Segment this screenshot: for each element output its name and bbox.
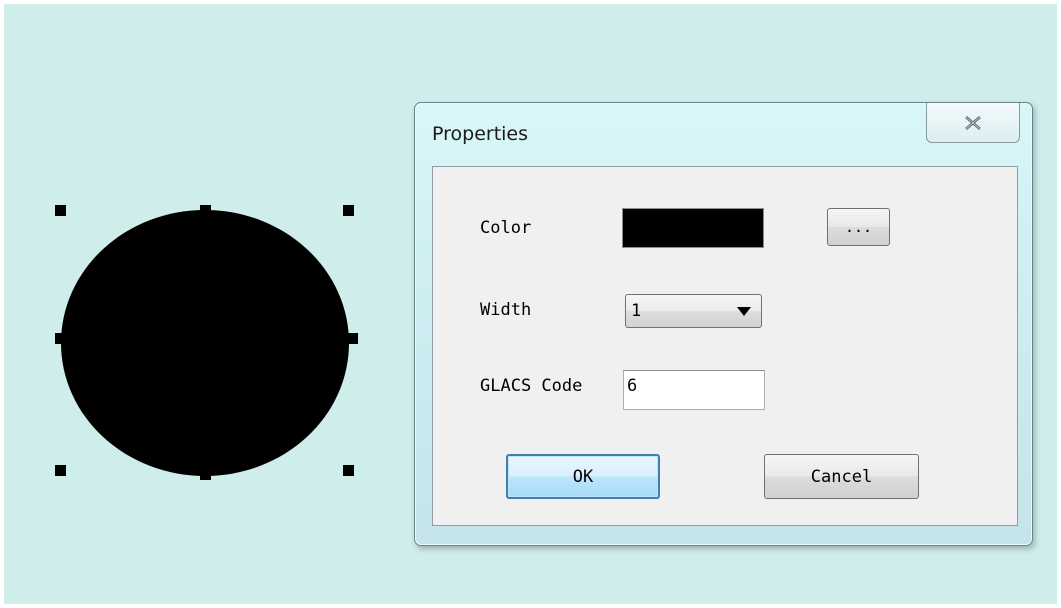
resize-handle-bottom[interactable] xyxy=(200,469,211,480)
width-select[interactable]: 1 xyxy=(625,294,762,328)
color-picker-button[interactable]: ... xyxy=(827,208,890,246)
close-button[interactable] xyxy=(926,103,1020,143)
dialog-title: Properties xyxy=(432,123,529,145)
color-swatch[interactable] xyxy=(622,208,764,248)
resize-handle-bottom-left[interactable] xyxy=(55,465,66,476)
resize-handle-bottom-right[interactable] xyxy=(343,465,354,476)
dialog-client-area: Color ... Width 1 GLACS Code OK Cancel xyxy=(432,166,1018,526)
resize-handle-top-right[interactable] xyxy=(343,205,354,216)
width-select-value: 1 xyxy=(631,301,642,321)
cancel-button[interactable]: Cancel xyxy=(764,454,919,499)
close-x-icon xyxy=(965,115,981,130)
selected-circle-shape[interactable] xyxy=(61,210,349,476)
resize-handle-right[interactable] xyxy=(347,333,358,344)
drawing-canvas[interactable]: Properties Color ... Width 1 GLACS Code … xyxy=(4,4,1057,604)
properties-dialog: Properties Color ... Width 1 GLACS Code … xyxy=(414,102,1033,546)
glacs-code-label: GLACS Code xyxy=(480,376,583,396)
width-label: Width xyxy=(480,300,532,320)
resize-handle-left[interactable] xyxy=(55,333,66,344)
color-label: Color xyxy=(480,218,532,238)
glacs-code-input[interactable] xyxy=(623,370,765,410)
ok-button[interactable]: OK xyxy=(506,454,660,499)
resize-handle-top-left[interactable] xyxy=(55,205,66,216)
chevron-down-icon xyxy=(737,306,751,316)
resize-handle-top[interactable] xyxy=(200,205,211,216)
